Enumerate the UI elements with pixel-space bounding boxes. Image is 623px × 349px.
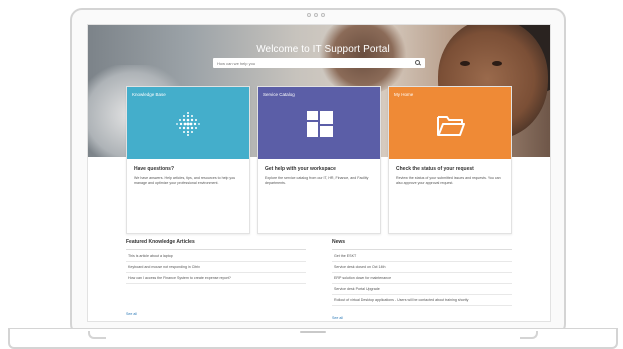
featured-articles-title: Featured Knowledge Articles [126, 239, 306, 250]
base-foot-left [88, 331, 106, 339]
base-notch [300, 331, 326, 333]
knowledge-base-card-header[interactable]: Knowledge Base [127, 87, 249, 159]
catalog-grid-icon [307, 111, 333, 137]
service-catalog-card[interactable]: Service Catalog Get help with your works… [257, 86, 381, 234]
see-all-news-link[interactable]: See all [332, 316, 343, 320]
list-item[interactable]: Service desk Portal Upgrade [332, 284, 512, 295]
list-item[interactable]: Service desk closed on Oct 14th [332, 262, 512, 273]
card-heading: Get help with your workspace [265, 166, 336, 172]
knowledge-base-card[interactable]: Knowledge Base Have questions? We have a… [126, 86, 250, 234]
featured-articles-panel: Featured Knowledge Articles This is arti… [126, 239, 306, 321]
my-home-card-header[interactable]: My Home [389, 87, 511, 159]
search-input[interactable] [217, 60, 415, 66]
see-all-articles-link[interactable]: See all [126, 312, 137, 316]
card-description: Explore the service catalog from our IT,… [265, 176, 369, 185]
search-icon[interactable] [415, 60, 421, 66]
search-bar[interactable] [213, 58, 425, 68]
laptop-mockup: Welcome to IT Support Portal Knowledge B… [0, 0, 623, 349]
news-panel: News Get the ESKT Service desk closed on… [332, 239, 512, 321]
hero-eye-right [492, 61, 502, 66]
list-item[interactable]: How can I access the Finance System to c… [126, 273, 306, 284]
base-foot-right [520, 331, 538, 339]
card-label: Knowledge Base [132, 92, 166, 97]
list-item[interactable]: Rollout of virtual Desktop applications … [332, 295, 512, 306]
service-catalog-card-header[interactable]: Service Catalog [258, 87, 380, 159]
hero-eye-left [460, 61, 470, 66]
list-item[interactable]: Get the ESKT [332, 251, 512, 262]
dots-sphere-icon [176, 112, 200, 136]
news-title: News [332, 239, 512, 250]
portal-screen: Welcome to IT Support Portal Knowledge B… [87, 24, 551, 322]
my-home-card[interactable]: My Home Check the status of your request… [388, 86, 512, 234]
list-item[interactable]: Keyboard and mouse not responding in Cit… [126, 262, 306, 273]
camera-icon [307, 13, 325, 17]
list-item[interactable]: ERP solution down for maintenance [332, 273, 512, 284]
lists-section: Featured Knowledge Articles This is arti… [126, 239, 512, 321]
card-row: Knowledge Base Have questions? We have a… [126, 86, 512, 234]
card-heading: Have questions? [134, 166, 175, 172]
card-description: Review the status of your submitted issu… [396, 176, 501, 185]
card-description: We have answers. Help articles, tips, an… [134, 176, 236, 185]
card-label: My Home [394, 92, 414, 97]
card-heading: Check the status of your request [396, 166, 474, 172]
card-label: Service Catalog [263, 92, 295, 97]
portal-title: Welcome to IT Support Portal [256, 44, 390, 55]
list-item[interactable]: This is article about a laptop [126, 251, 306, 262]
folder-icon [437, 116, 465, 136]
